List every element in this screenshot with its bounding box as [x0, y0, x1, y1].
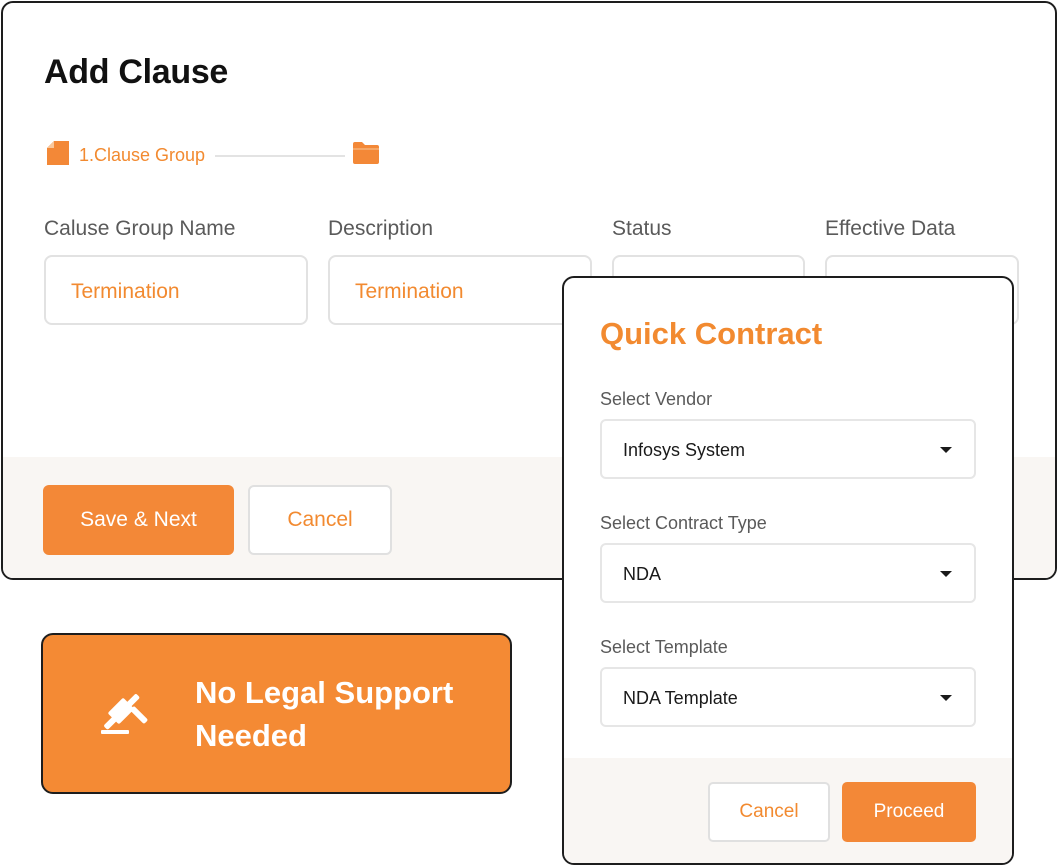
field-label: Description [328, 217, 434, 240]
modal-title: Quick Contract [600, 316, 823, 351]
chevron-down-icon [940, 571, 952, 577]
modal-footer: Cancel Proceed [564, 758, 1012, 863]
vendor-select[interactable]: Infosys System [600, 419, 976, 479]
modal-cancel-button[interactable]: Cancel [708, 782, 830, 842]
template-select-group: Select Template NDA Template [600, 637, 976, 727]
field-label: Caluse Group Name [44, 217, 236, 240]
contract-type-value: NDA [623, 564, 662, 584]
clause-group-name-input[interactable]: Termination [44, 255, 308, 325]
cancel-button[interactable]: Cancel [248, 485, 392, 555]
input-value: Termination [355, 280, 464, 303]
chevron-down-icon [940, 695, 952, 701]
vendor-label: Select Vendor [600, 389, 713, 409]
chevron-down-icon [940, 447, 952, 453]
template-select[interactable]: NDA Template [600, 667, 976, 727]
step-clause-group[interactable]: 1.Clause Group [79, 145, 205, 166]
input-value: Termination [71, 280, 180, 303]
document-icon [47, 141, 69, 165]
field-status: Status [612, 217, 805, 325]
field-clause-group-name: Caluse Group Name Termination [44, 217, 308, 325]
no-legal-support-banner: No Legal Support Needed [41, 633, 512, 794]
contract-type-select-group: Select Contract Type NDA [600, 513, 976, 603]
banner-line-1: No Legal Support [195, 675, 454, 710]
proceed-button[interactable]: Proceed [842, 782, 976, 842]
vendor-value: Infosys System [623, 440, 746, 460]
step-connector [215, 155, 345, 157]
vendor-select-group: Select Vendor Infosys System [600, 389, 976, 479]
banner-line-2: Needed [195, 718, 307, 753]
description-input[interactable]: Termination [328, 255, 592, 325]
save-next-button[interactable]: Save & Next [43, 485, 234, 555]
gavel-icon [101, 694, 148, 734]
field-effective-date: Effective Data [825, 217, 1019, 325]
template-label: Select Template [600, 637, 728, 657]
quick-contract-modal: Quick Contract Select Vendor Infosys Sys… [562, 276, 1014, 865]
field-description: Description Termination [328, 217, 592, 325]
banner-text: No Legal Support Needed [195, 671, 495, 757]
template-value: NDA Template [623, 688, 738, 708]
folder-icon[interactable] [353, 142, 379, 164]
field-label: Effective Data [825, 217, 956, 240]
contract-type-label: Select Contract Type [600, 513, 767, 533]
page-title: Add Clause [44, 53, 229, 91]
field-label: Status [612, 217, 672, 240]
contract-type-select[interactable]: NDA [600, 543, 976, 603]
stepper: 1.Clause Group [45, 139, 445, 169]
